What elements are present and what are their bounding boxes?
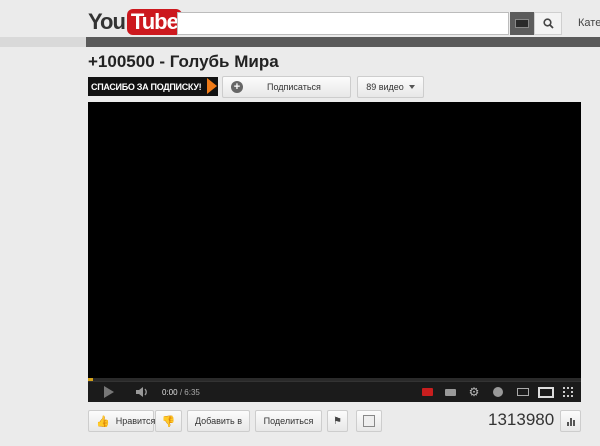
flag-icon: ⚑ — [333, 415, 342, 427]
search-icon — [542, 18, 554, 29]
video-title: +100500 - Голубь Мира — [88, 52, 279, 71]
add-to-button[interactable]: Добавить в — [187, 410, 250, 432]
small-player-button[interactable] — [516, 382, 530, 402]
video-player[interactable] — [88, 102, 581, 381]
stats-icon — [566, 417, 575, 426]
gear-icon: ⚙ — [468, 385, 480, 399]
chevron-down-icon — [408, 85, 415, 89]
channel-banner[interactable]: СПАСИБО ЗА ПОДПИСКУ! — [88, 77, 218, 96]
player-controls: 0:00 / 6:35 ⚙ — [88, 381, 581, 402]
header-divider-light — [0, 37, 86, 47]
time-separator: / — [179, 387, 183, 397]
share-label: Поделиться — [263, 416, 314, 426]
keyboard-icon — [515, 19, 529, 28]
like-label: Нравится — [115, 416, 156, 426]
categories-link[interactable]: Катег — [578, 17, 600, 29]
volume-icon — [136, 387, 147, 397]
subscribe-button[interactable]: + Подписаться — [222, 76, 351, 98]
subscribe-label: Подписаться — [267, 82, 321, 92]
youtube-logo[interactable]: You Tube — [88, 9, 182, 35]
annotations-icon — [444, 388, 456, 396]
transcript-button[interactable] — [356, 410, 382, 432]
time-display: 0:00 / 6:35 — [162, 382, 200, 402]
banner-arrow-icon — [207, 78, 217, 94]
logo-tube-text: Tube — [126, 9, 182, 35]
logo-you-text: You — [88, 9, 126, 34]
small-player-icon — [517, 388, 529, 396]
like-button[interactable]: 👍 Нравится — [88, 410, 156, 432]
time-duration: 6:35 — [184, 387, 200, 397]
thumbs-down-icon: 👎 — [161, 415, 176, 428]
time-current: 0:00 — [162, 387, 178, 397]
dislike-button[interactable]: 👎 — [155, 410, 182, 432]
banner-text: СПАСИБО ЗА ПОДПИСКУ! — [91, 81, 202, 92]
search-input[interactable] — [177, 12, 509, 35]
settings-button[interactable]: ⚙ — [467, 382, 481, 402]
large-player-icon — [538, 386, 554, 398]
volume-button[interactable] — [133, 382, 151, 402]
header-divider — [0, 37, 600, 47]
add-to-label: Добавить в — [194, 416, 243, 426]
play-button[interactable] — [102, 382, 116, 402]
subtitles-button[interactable] — [420, 382, 434, 402]
watch-later-button[interactable] — [491, 382, 505, 402]
flag-button[interactable]: ⚑ — [327, 410, 348, 432]
play-icon — [104, 386, 114, 398]
view-count: 1313980 — [488, 410, 555, 429]
subtitles-icon — [421, 388, 433, 396]
videos-count-label: 89 видео — [366, 82, 404, 92]
keyboard-button[interactable] — [510, 12, 534, 35]
channel-videos-dropdown[interactable]: 89 видео — [357, 76, 424, 98]
fullscreen-icon — [563, 387, 573, 397]
stats-button[interactable] — [560, 410, 581, 432]
share-button[interactable]: Поделиться — [255, 410, 322, 432]
transcript-icon — [363, 415, 375, 427]
fullscreen-button[interactable] — [560, 382, 576, 402]
large-player-button[interactable] — [538, 382, 554, 402]
thumbs-up-icon: 👍 — [96, 415, 110, 428]
plus-icon: + — [231, 81, 243, 93]
annotations-button[interactable] — [443, 382, 457, 402]
search-button[interactable] — [534, 12, 562, 35]
clock-icon — [493, 387, 503, 397]
